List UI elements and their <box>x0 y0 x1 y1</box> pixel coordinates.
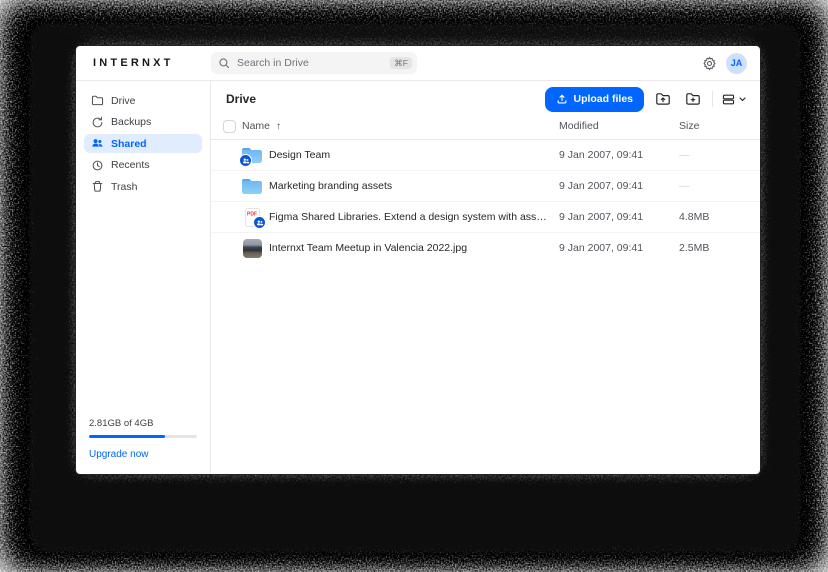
file-modified: 9 Jan 2007, 09:41 <box>559 180 679 192</box>
new-folder-button[interactable] <box>682 88 704 110</box>
upload-files-label: Upload files <box>573 93 633 105</box>
chevron-down-icon <box>739 97 746 102</box>
file-modified: 9 Jan 2007, 09:41 <box>559 211 679 223</box>
drive-toolbar: Drive Upload files <box>211 81 760 113</box>
table-row[interactable]: Design Team 9 Jan 2007, 09:41 — <box>211 140 760 170</box>
sidebar-nav: Drive Backups Shared Recents Trash <box>84 91 202 199</box>
sidebar-item-recents[interactable]: Recents <box>84 156 202 175</box>
trash-icon <box>91 180 104 193</box>
column-header-modified[interactable]: Modified <box>559 120 679 132</box>
folder-upload-icon <box>655 91 671 107</box>
gear-icon <box>702 56 717 71</box>
breadcrumb[interactable]: Drive <box>226 92 256 106</box>
pdf-file-icon: PDF <box>242 207 262 227</box>
file-name: Design Team <box>269 149 559 161</box>
search-shortcut-badge: ⌘F <box>390 57 412 70</box>
shared-badge-icon <box>253 216 266 229</box>
file-size: 2.5MB <box>679 242 760 254</box>
column-header-size[interactable]: Size <box>679 120 760 132</box>
table-row[interactable]: PDF Figma Shared Libraries. Extend a des… <box>211 201 760 232</box>
sort-ascending-icon[interactable]: ↑ <box>276 121 281 132</box>
storage-progress-bar <box>89 435 197 438</box>
storage-section: 2.81GB of 4GB Upgrade now <box>84 418 202 462</box>
main-content: Drive Upload files <box>211 81 760 474</box>
upload-icon <box>556 93 568 105</box>
table-header: Name ↑ Modified Size <box>211 113 760 140</box>
search-icon <box>218 57 230 69</box>
file-name: Internxt Team Meetup in Valencia 2022.jp… <box>269 242 559 254</box>
settings-button[interactable] <box>698 52 720 74</box>
view-mode-button[interactable] <box>721 88 746 110</box>
internxt-drive-window: INTERNXT ⌘F JA Drive <box>75 45 761 475</box>
file-name: Figma Shared Libraries. Extend a design … <box>269 211 559 223</box>
upload-files-button[interactable]: Upload files <box>545 87 644 112</box>
file-size: — <box>679 149 760 161</box>
select-all-checkbox[interactable] <box>223 120 236 133</box>
file-size: 4.8MB <box>679 211 760 223</box>
sidebar-item-drive[interactable]: Drive <box>84 91 202 110</box>
file-size: — <box>679 180 760 192</box>
folder-plus-icon <box>685 91 701 107</box>
shared-folder-icon <box>242 145 262 165</box>
backups-icon <box>91 116 104 129</box>
file-icon: PDF <box>242 207 262 227</box>
shared-badge-icon <box>239 154 252 167</box>
folder-icon <box>242 176 262 196</box>
sidebar-item-backups[interactable]: Backups <box>84 113 202 132</box>
search-bar[interactable]: ⌘F <box>211 52 417 74</box>
list-view-icon <box>721 92 736 107</box>
search-input[interactable] <box>235 56 385 70</box>
top-bar: INTERNXT ⌘F JA <box>76 46 760 81</box>
recents-icon <box>91 159 104 172</box>
column-header-name[interactable]: Name <box>242 120 270 132</box>
sidebar: Drive Backups Shared Recents Trash 2.8 <box>76 81 211 474</box>
file-table-body: Design Team 9 Jan 2007, 09:41 — Marketin… <box>211 140 760 474</box>
sidebar-item-shared[interactable]: Shared <box>84 134 202 153</box>
file-icon <box>242 145 262 165</box>
file-icon <box>242 176 262 196</box>
storage-usage-label: 2.81GB of 4GB <box>89 418 197 429</box>
upgrade-now-link[interactable]: Upgrade now <box>89 449 148 460</box>
toolbar-divider <box>712 91 713 107</box>
file-icon <box>242 238 262 258</box>
file-modified: 9 Jan 2007, 09:41 <box>559 242 679 254</box>
shared-icon <box>91 137 104 150</box>
table-row[interactable]: Internxt Team Meetup in Valencia 2022.jp… <box>211 232 760 263</box>
table-row[interactable]: Marketing branding assets 9 Jan 2007, 09… <box>211 170 760 201</box>
file-modified: 9 Jan 2007, 09:41 <box>559 149 679 161</box>
image-thumbnail <box>242 238 262 258</box>
folder-icon <box>91 94 104 107</box>
storage-progress-fill <box>89 435 165 438</box>
upload-folder-button[interactable] <box>652 88 674 110</box>
internxt-logo: INTERNXT <box>76 57 211 69</box>
sidebar-item-trash[interactable]: Trash <box>84 177 202 196</box>
avatar[interactable]: JA <box>726 53 747 74</box>
file-name: Marketing branding assets <box>269 180 559 192</box>
